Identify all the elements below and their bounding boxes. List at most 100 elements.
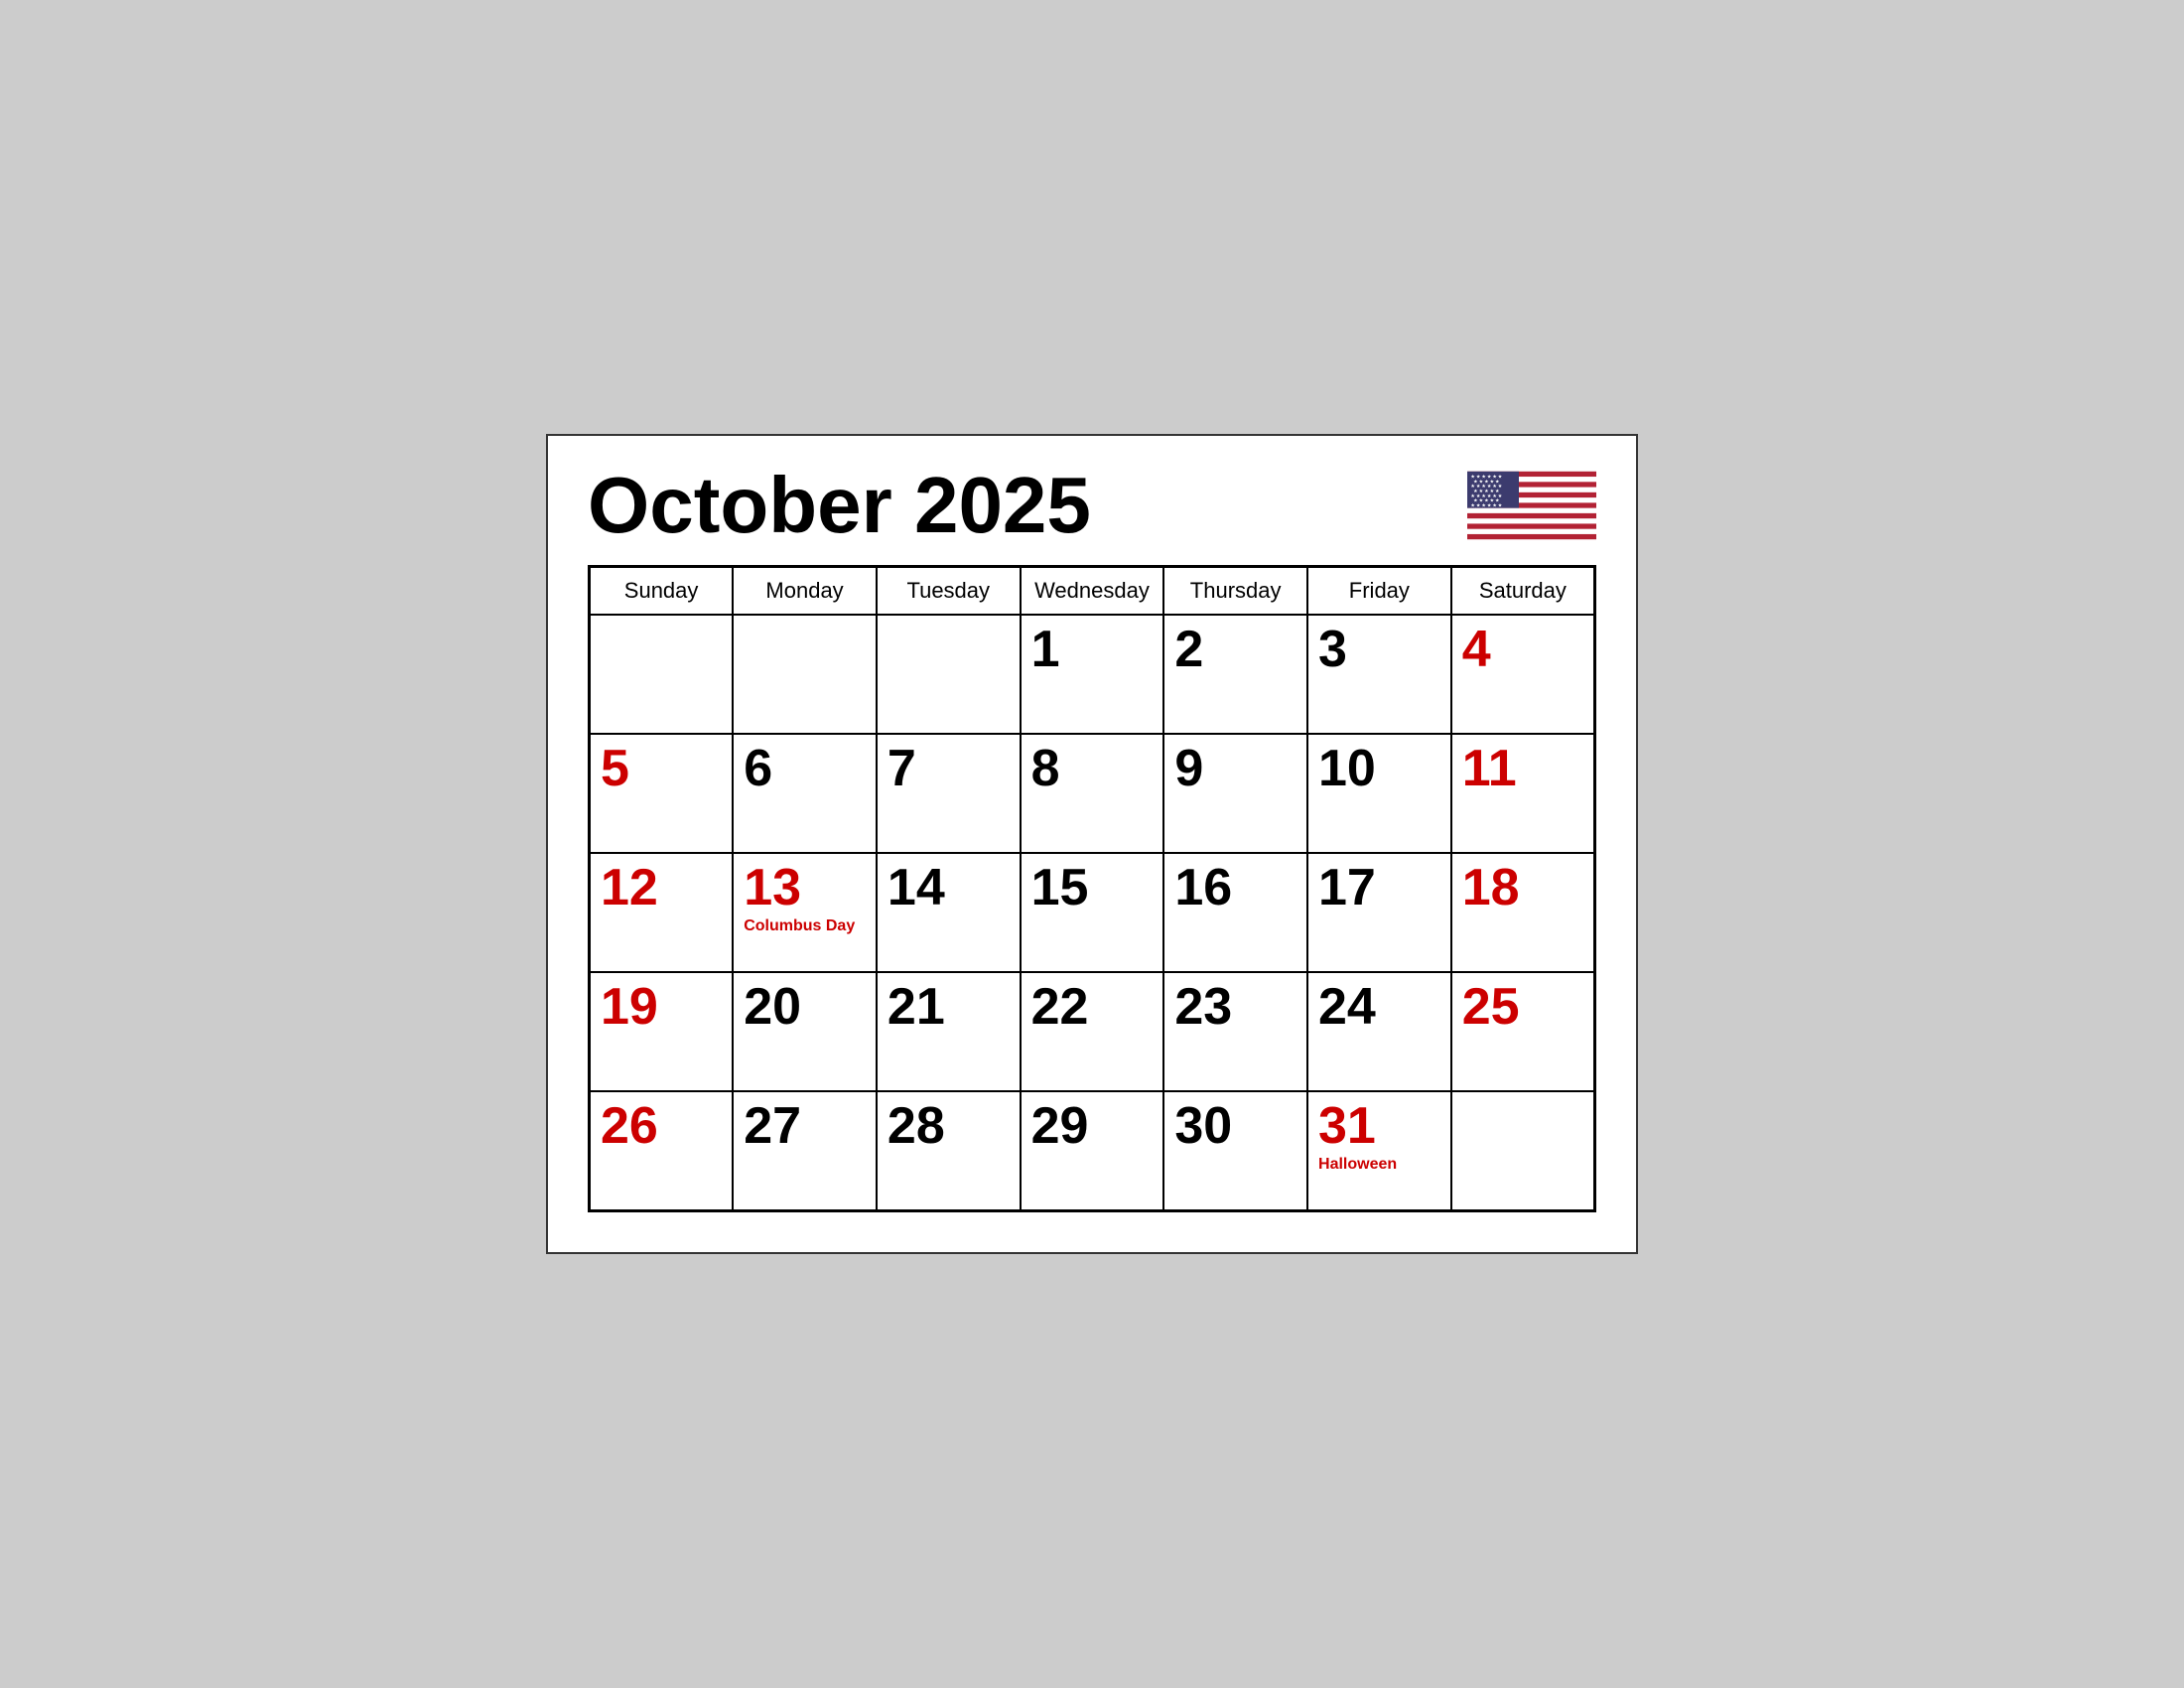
svg-text:★: ★ xyxy=(1470,475,1475,481)
svg-text:★: ★ xyxy=(1476,493,1481,499)
day-number: 17 xyxy=(1318,862,1440,914)
day-number: 14 xyxy=(887,862,1010,914)
day-number: 11 xyxy=(1462,743,1583,794)
calendar-body: 12345678910111213Columbus Day14151617181… xyxy=(590,615,1595,1210)
day-number: 22 xyxy=(1031,981,1154,1033)
day-number: 9 xyxy=(1174,743,1297,794)
svg-text:★: ★ xyxy=(1490,498,1495,504)
calendar-cell: 18 xyxy=(1451,853,1595,972)
svg-text:★: ★ xyxy=(1470,503,1475,509)
day-number: 7 xyxy=(887,743,1010,794)
month-title: October 2025 xyxy=(588,466,1091,545)
svg-text:★: ★ xyxy=(1479,480,1484,486)
calendar-cell: 29 xyxy=(1021,1091,1164,1210)
calendar-cell: 5 xyxy=(590,734,734,853)
calendar-cell: 21 xyxy=(877,972,1021,1091)
day-number: 1 xyxy=(1031,624,1154,675)
svg-text:★: ★ xyxy=(1495,489,1500,494)
svg-text:★: ★ xyxy=(1498,475,1503,481)
svg-text:★: ★ xyxy=(1490,489,1495,494)
calendar-week-row: 56789 10 11 xyxy=(590,734,1595,853)
calendar-cell: 8 xyxy=(1021,734,1164,853)
svg-text:★: ★ xyxy=(1495,480,1500,486)
svg-text:★: ★ xyxy=(1492,484,1497,490)
svg-text:★: ★ xyxy=(1487,493,1492,499)
day-number: 10 xyxy=(1318,743,1440,794)
svg-text:★: ★ xyxy=(1481,475,1486,481)
calendar-page: October 2025 ★★★★★★ ★★★★★ xyxy=(546,434,1638,1254)
day-number: 6 xyxy=(744,743,866,794)
day-number: 20 xyxy=(744,981,866,1033)
day-number: 23 xyxy=(1174,981,1297,1033)
calendar-cell: 25 xyxy=(1451,972,1595,1091)
day-number: 5 xyxy=(601,743,722,794)
day-of-week-header: Wednesday xyxy=(1021,567,1164,616)
day-number: 4 xyxy=(1462,624,1583,675)
holiday-label: Halloween xyxy=(1318,1156,1440,1174)
svg-text:★: ★ xyxy=(1495,498,1500,504)
svg-text:★: ★ xyxy=(1473,507,1478,513)
calendar-cell: 20 xyxy=(733,972,877,1091)
day-number: 25 xyxy=(1462,981,1583,1033)
day-number: 24 xyxy=(1318,981,1440,1033)
svg-text:★: ★ xyxy=(1473,480,1478,486)
calendar-cell xyxy=(877,615,1021,734)
svg-text:★: ★ xyxy=(1476,475,1481,481)
calendar-cell: 27 xyxy=(733,1091,877,1210)
svg-text:★: ★ xyxy=(1470,484,1475,490)
calendar-cell: 2 xyxy=(1163,615,1307,734)
svg-text:★: ★ xyxy=(1484,480,1489,486)
calendar-cell: 28 xyxy=(877,1091,1021,1210)
svg-text:★: ★ xyxy=(1487,503,1492,509)
svg-text:★: ★ xyxy=(1498,493,1503,499)
calendar-cell: 15 xyxy=(1021,853,1164,972)
svg-text:★: ★ xyxy=(1479,489,1484,494)
day-number: 31 xyxy=(1318,1100,1440,1152)
calendar-cell: 1 xyxy=(1021,615,1164,734)
calendar-cell: 14 xyxy=(877,853,1021,972)
calendar-header-row: SundayMondayTuesdayWednesdayThursdayFrid… xyxy=(590,567,1595,616)
svg-text:★: ★ xyxy=(1476,503,1481,509)
svg-text:★: ★ xyxy=(1484,498,1489,504)
day-number: 29 xyxy=(1031,1100,1154,1152)
day-number: 27 xyxy=(744,1100,866,1152)
header: October 2025 ★★★★★★ ★★★★★ xyxy=(588,466,1596,545)
svg-text:★: ★ xyxy=(1476,484,1481,490)
calendar-cell: 6 xyxy=(733,734,877,853)
calendar-cell: 12 xyxy=(590,853,734,972)
calendar-week-row: 1213Columbus Day141516 1718 xyxy=(590,853,1595,972)
svg-text:★: ★ xyxy=(1487,484,1492,490)
calendar-cell xyxy=(590,615,734,734)
svg-text:★: ★ xyxy=(1498,503,1503,509)
calendar-cell: 26 xyxy=(590,1091,734,1210)
svg-text:★: ★ xyxy=(1473,489,1478,494)
svg-text:★: ★ xyxy=(1490,480,1495,486)
calendar-cell: 13Columbus Day xyxy=(733,853,877,972)
calendar-cell xyxy=(733,615,877,734)
day-of-week-header: Monday xyxy=(733,567,877,616)
day-number: 30 xyxy=(1174,1100,1297,1152)
svg-text:★: ★ xyxy=(1492,475,1497,481)
svg-text:★: ★ xyxy=(1487,475,1492,481)
svg-text:★: ★ xyxy=(1481,484,1486,490)
svg-text:★: ★ xyxy=(1492,503,1497,509)
svg-text:★: ★ xyxy=(1479,498,1484,504)
svg-text:★: ★ xyxy=(1473,498,1478,504)
svg-text:★: ★ xyxy=(1481,503,1486,509)
calendar-cell: 30 xyxy=(1163,1091,1307,1210)
day-number: 13 xyxy=(744,862,866,914)
svg-text:★: ★ xyxy=(1498,484,1503,490)
day-number: 16 xyxy=(1174,862,1297,914)
calendar-week-row: 2627 28 29 30 31 Halloween xyxy=(590,1091,1595,1210)
svg-text:★: ★ xyxy=(1470,493,1475,499)
calendar-cell: 7 xyxy=(877,734,1021,853)
calendar-week-row: 1234 xyxy=(590,615,1595,734)
day-of-week-header: Sunday xyxy=(590,567,734,616)
day-number: 28 xyxy=(887,1100,1010,1152)
calendar-cell: 24 xyxy=(1307,972,1451,1091)
calendar-cell: 3 xyxy=(1307,615,1451,734)
calendar-cell: 31 Halloween xyxy=(1307,1091,1451,1210)
calendar-cell: 17 xyxy=(1307,853,1451,972)
day-of-week-header: Tuesday xyxy=(877,567,1021,616)
calendar-cell: 9 xyxy=(1163,734,1307,853)
